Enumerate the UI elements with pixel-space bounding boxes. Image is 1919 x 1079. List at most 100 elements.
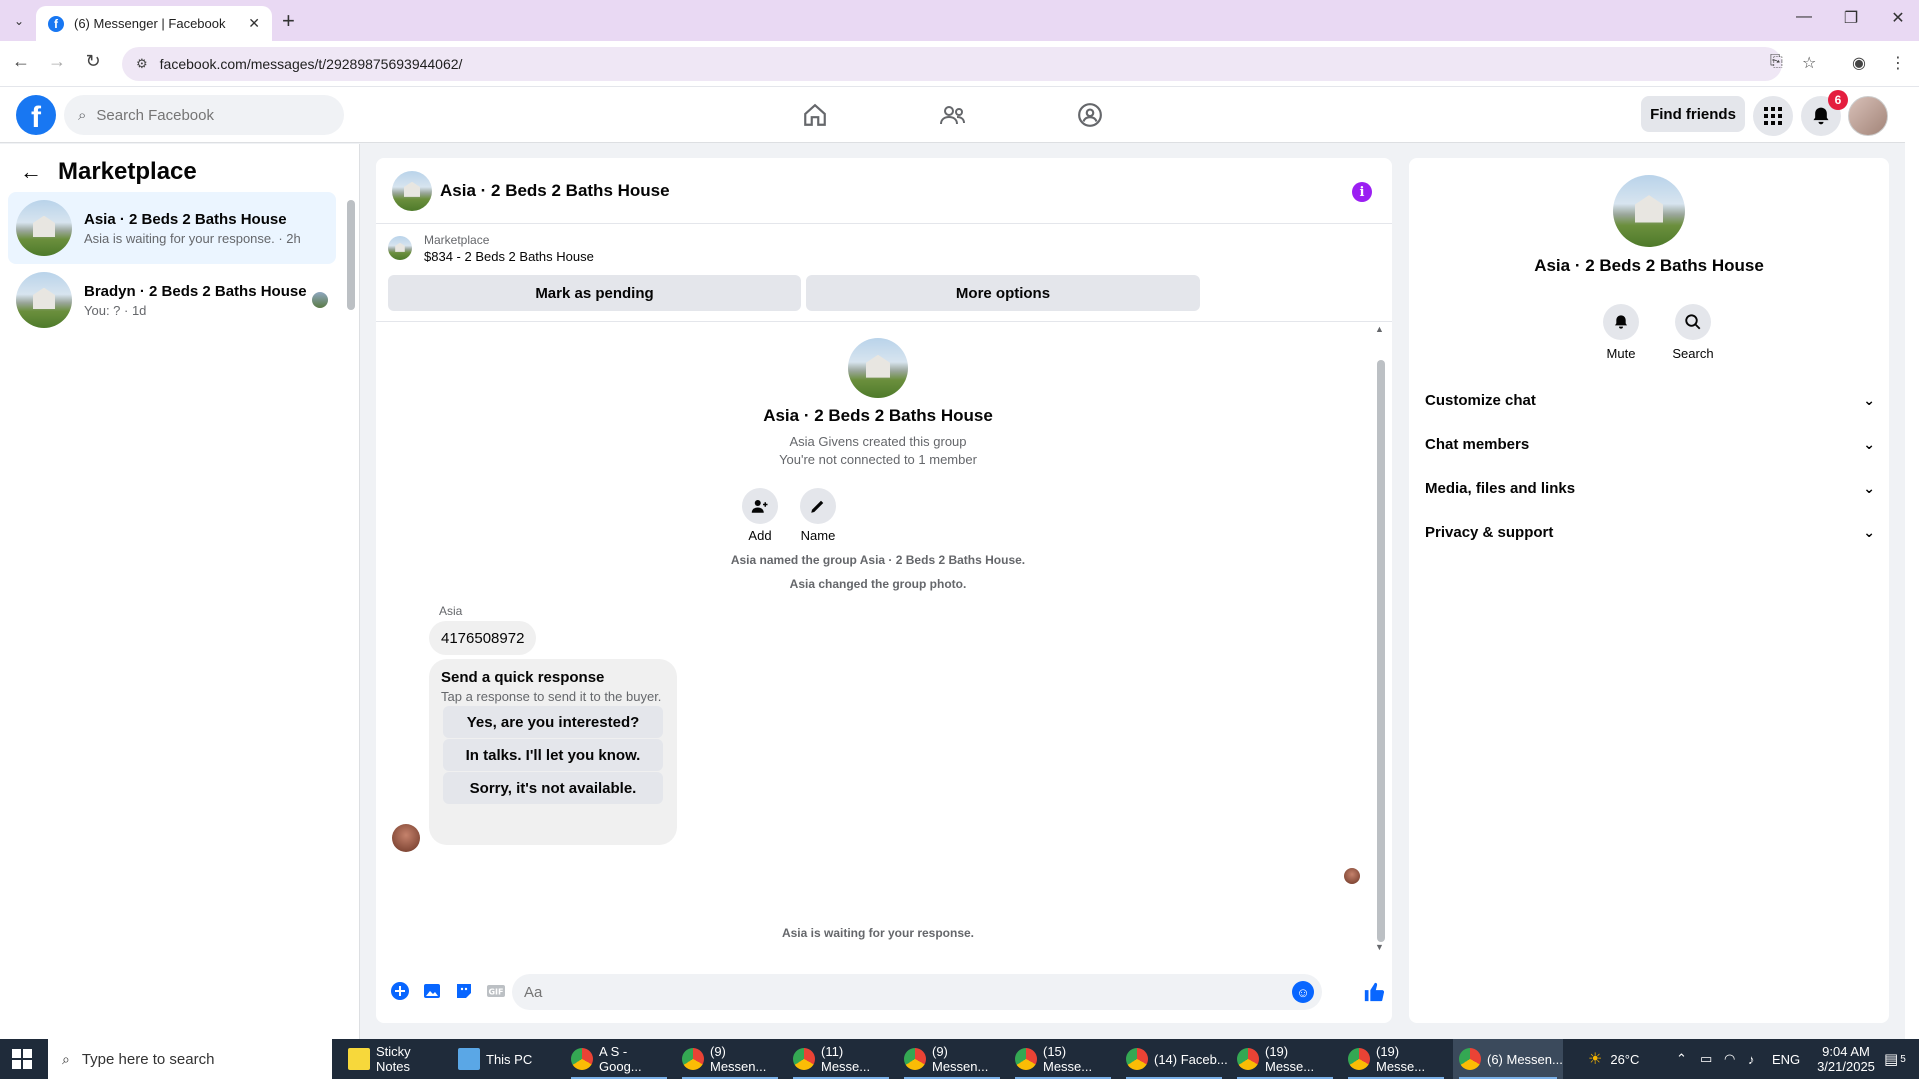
minimize-button[interactable]: — xyxy=(1784,8,1824,26)
new-tab-button[interactable]: + xyxy=(282,8,295,34)
taskbar-app-sticky-notes[interactable]: Sticky Notes xyxy=(342,1039,448,1079)
sender-name: Asia xyxy=(439,604,463,618)
add-member-button[interactable]: Add xyxy=(730,488,790,543)
menu-grid-icon[interactable] xyxy=(1753,96,1793,136)
find-friends-button[interactable]: Find friends xyxy=(1641,96,1745,132)
reload-button[interactable]: ↻ xyxy=(80,51,106,72)
taskbar-app-chrome[interactable]: (9) Messen... xyxy=(898,1039,1006,1079)
tab-close-icon[interactable]: ✕ xyxy=(248,15,260,32)
tab-search-dropdown[interactable]: ⌄ xyxy=(8,10,30,32)
emoji-icon[interactable]: ☺ xyxy=(1292,981,1314,1003)
message-input[interactable] xyxy=(524,983,1264,1001)
chrome-icon xyxy=(571,1048,593,1070)
plus-circle-icon[interactable] xyxy=(384,975,416,1007)
sender-avatar[interactable] xyxy=(392,824,420,852)
quick-response-button[interactable]: Sorry, it's not available. xyxy=(443,772,663,804)
facebook-logo-icon[interactable]: f xyxy=(16,95,56,135)
site-info-icon[interactable]: ⚙ xyxy=(136,56,148,72)
chat-avatar[interactable] xyxy=(392,170,432,211)
conversation-item[interactable]: Asia · 2 Beds 2 Baths House Asia is wait… xyxy=(8,192,336,264)
address-bar[interactable]: ⚙ facebook.com/messages/t/29289875693944… xyxy=(122,47,1782,81)
search-conversation-button[interactable]: Search xyxy=(1663,304,1723,361)
taskbar-app-chrome[interactable]: (14) Faceb... xyxy=(1120,1039,1228,1079)
home-nav-icon[interactable] xyxy=(795,99,835,131)
mute-button[interactable]: Mute xyxy=(1591,304,1651,361)
window-close-button[interactable]: ✕ xyxy=(1878,8,1918,28)
section-label: Customize chat xyxy=(1425,391,1536,409)
system-message: Asia named the group Asia · 2 Beds 2 Bat… xyxy=(730,553,1026,567)
temperature: 26°C xyxy=(1610,1051,1640,1067)
battery-icon[interactable]: ▭ xyxy=(1700,1039,1712,1079)
taskbar-app-chrome[interactable]: (11) Messe... xyxy=(787,1039,895,1079)
more-options-button[interactable]: More options xyxy=(806,275,1200,311)
listing-price[interactable]: $834 - 2 Beds 2 Baths House xyxy=(424,249,594,264)
panel-title: Marketplace xyxy=(58,158,197,185)
windows-start-icon[interactable] xyxy=(12,1049,32,1069)
taskbar-app-chrome[interactable]: (19) Messe... xyxy=(1231,1039,1339,1079)
facebook-search[interactable]: ⌕ xyxy=(64,95,344,135)
forward-button[interactable]: → xyxy=(44,51,70,72)
clock[interactable]: 9:04 AM 3/21/2025 xyxy=(1814,1039,1878,1079)
info-icon[interactable]: i xyxy=(1352,182,1372,202)
media-files-links-section[interactable]: Media, files and links ⌄ xyxy=(1425,470,1875,506)
facebook-favicon-icon: f xyxy=(48,15,64,32)
groups-nav-icon[interactable] xyxy=(1070,99,1110,131)
scrollbar[interactable] xyxy=(1377,360,1385,942)
show-hidden-icons[interactable]: ⌃ xyxy=(1676,1039,1687,1079)
message-bubble[interactable]: 4176508972 xyxy=(429,621,537,655)
quick-response-button[interactable]: In talks. I'll let you know. xyxy=(443,739,663,771)
taskbar-app-chrome[interactable]: (15) Messe... xyxy=(1009,1039,1117,1079)
chevron-down-icon: ⌄ xyxy=(1863,523,1875,540)
taskbar-app-chrome-active[interactable]: (6) Messen... xyxy=(1453,1039,1563,1079)
volume-icon[interactable]: ♪ xyxy=(1748,1039,1755,1079)
back-arrow-icon[interactable]: ← xyxy=(20,159,42,185)
privacy-support-section[interactable]: Privacy & support ⌄ xyxy=(1425,514,1875,550)
waiting-message: Asia is waiting for your response. xyxy=(781,926,975,940)
taskbar-label: (19) Messe... xyxy=(1265,1044,1315,1074)
taskbar-app-chrome[interactable]: (19) Messe... xyxy=(1342,1039,1450,1079)
language-indicator[interactable]: ENG xyxy=(1772,1039,1800,1079)
account-avatar[interactable] xyxy=(1848,96,1888,136)
taskbar-app-chrome[interactable]: (9) Messen... xyxy=(676,1039,784,1079)
back-button[interactable]: ← xyxy=(8,51,34,72)
listing-thumbnail[interactable] xyxy=(388,236,412,260)
facebook-search-input[interactable] xyxy=(96,106,317,124)
scroll-down-arrow[interactable]: ▼ xyxy=(1375,942,1384,952)
weather-widget[interactable]: ☀ 26°C xyxy=(1588,1039,1639,1079)
taskbar-search-placeholder: Type here to search xyxy=(81,1050,215,1068)
restore-button[interactable]: ❐ xyxy=(1831,8,1871,28)
taskbar-app-chrome[interactable]: A S - Goog... xyxy=(565,1039,673,1079)
chat-title[interactable]: Asia · 2 Beds 2 Baths House xyxy=(440,181,670,201)
browser-menu-icon[interactable]: ⋮ xyxy=(1890,53,1906,73)
marketplace-conversations-panel: ← Marketplace Asia · 2 Beds 2 Baths Hous… xyxy=(0,144,360,1039)
quick-response-button[interactable]: Yes, are you interested? xyxy=(443,706,663,738)
name-group-button[interactable]: Name xyxy=(788,488,848,543)
seen-avatar xyxy=(312,292,328,308)
friends-nav-icon[interactable] xyxy=(933,99,973,131)
message-input-field[interactable]: ☺ xyxy=(512,974,1322,1010)
notification-center[interactable]: ▤ 5 xyxy=(1884,1039,1906,1079)
sticker-icon[interactable] xyxy=(448,975,480,1007)
scrollbar[interactable] xyxy=(347,200,355,310)
taskbar-app-this-pc[interactable]: This PC xyxy=(452,1039,552,1079)
mark-as-pending-button[interactable]: Mark as pending xyxy=(388,275,801,311)
gif-icon[interactable]: GIF xyxy=(480,975,512,1007)
taskbar-search[interactable]: ⌕ Type here to search xyxy=(48,1039,332,1079)
search-icon: ⌕ xyxy=(78,106,87,124)
customize-chat-section[interactable]: Customize chat ⌄ xyxy=(1425,382,1875,418)
chat-members-section[interactable]: Chat members ⌄ xyxy=(1425,426,1875,462)
browser-tab-active[interactable]: f (6) Messenger | Facebook ✕ xyxy=(36,6,272,41)
section-label: Chat members xyxy=(1425,435,1530,453)
profile-icon[interactable]: ◉ xyxy=(1852,53,1866,73)
chat-header: Asia · 2 Beds 2 Baths House i xyxy=(376,158,1392,224)
photo-icon[interactable] xyxy=(416,975,448,1007)
page-scrollbar[interactable] xyxy=(1905,88,1919,1040)
thumbs-up-icon[interactable] xyxy=(1358,974,1390,1010)
conversation-item[interactable]: Bradyn · 2 Beds 2 Baths House You: ? · 1… xyxy=(8,264,336,336)
quick-response-subtitle: Tap a response to send it to the buyer. xyxy=(441,689,662,704)
install-app-icon[interactable]: ⎘ xyxy=(1770,53,1783,71)
bookmark-star-icon[interactable]: ☆ xyxy=(1802,53,1816,73)
scroll-up-arrow[interactable]: ▲ xyxy=(1375,324,1384,334)
wifi-icon[interactable]: ◠ xyxy=(1724,1039,1735,1079)
taskbar-label: (9) Messen... xyxy=(932,1044,989,1074)
